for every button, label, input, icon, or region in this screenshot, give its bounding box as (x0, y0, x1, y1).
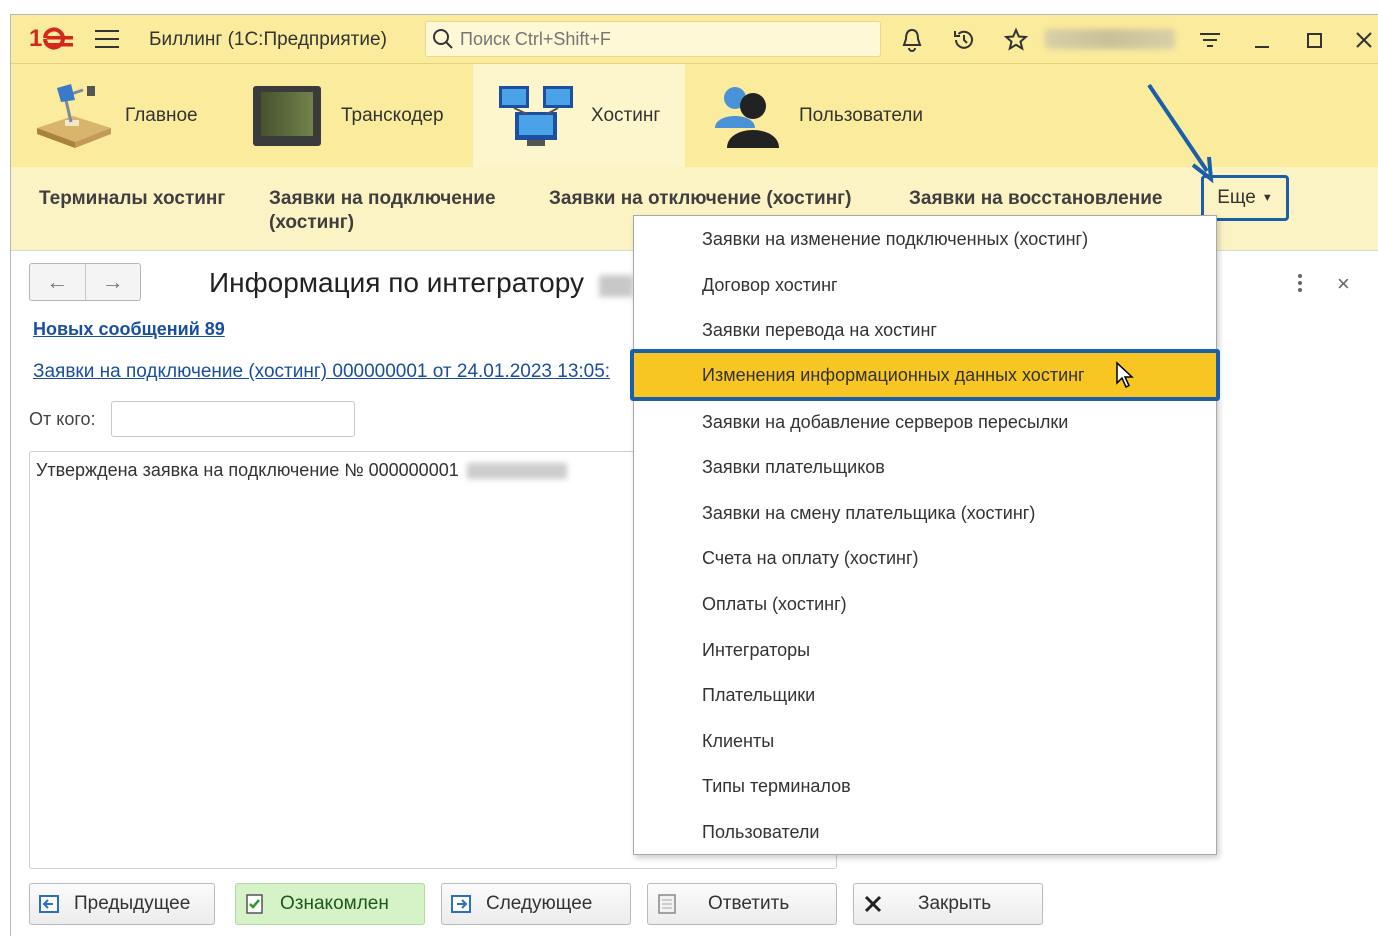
section-main[interactable]: Главное (31, 64, 231, 168)
close-button[interactable]: Закрыть (853, 883, 1043, 925)
acknowledge-button[interactable]: Ознакомлен (235, 883, 425, 925)
section-label: Пользователи (799, 105, 924, 126)
monitor-icon (253, 86, 321, 146)
close-x-icon (864, 895, 882, 913)
settings-menu-icon[interactable] (1197, 27, 1223, 53)
search-box[interactable] (425, 21, 881, 57)
document-check-icon (246, 894, 263, 914)
next-icon (451, 895, 471, 913)
menu-item[interactable]: Пользователи (634, 809, 1216, 855)
close-label: Закрыть (918, 893, 992, 914)
new-messages-link[interactable]: Новых сообщений 89 (33, 319, 225, 340)
menu-item[interactable]: Договор хостинг (634, 262, 1216, 308)
user-name (1045, 29, 1175, 49)
section-label: Хостинг (591, 105, 661, 126)
desk-lamp-icon (37, 84, 111, 148)
minimize-icon[interactable] (1249, 27, 1275, 53)
menu-item[interactable]: Интеграторы (634, 627, 1216, 673)
caret-down-icon: ▼ (1261, 192, 1273, 204)
title-bar: 1 Биллинг (1С:Предприятие) (11, 15, 1378, 63)
svg-text:1: 1 (29, 25, 42, 52)
section-label: Главное (125, 105, 198, 126)
annotation-arrow-icon (1147, 83, 1214, 184)
mouse-cursor-icon (1115, 361, 1134, 389)
app-title: Биллинг (1С:Предприятие) (149, 29, 387, 50)
reply-button[interactable]: Ответить (647, 883, 837, 925)
more-label: Еще (1217, 187, 1256, 208)
menu-item[interactable]: Заявки перевода на хостинг (634, 307, 1216, 353)
network-computers-icon (499, 86, 573, 146)
document-icon (658, 894, 676, 914)
history-nav: ← → (29, 263, 141, 301)
prev-icon (39, 895, 59, 913)
more-actions-icon[interactable] (1295, 273, 1305, 293)
cmd-label: Терминалы хостинг (39, 188, 226, 209)
cmd-disconnection-requests[interactable]: Заявки на отключение (хостинг) (549, 187, 851, 211)
menu-item[interactable]: Плательщики (634, 672, 1216, 718)
cmd-connection-requests[interactable]: Заявки на подключение (хостинг) (269, 187, 496, 235)
section-hosting[interactable]: Хостинг (473, 64, 685, 168)
menu-item[interactable]: Заявки на добавление серверов пересылки (634, 399, 1216, 445)
menu-item[interactable]: Типы терминалов (634, 763, 1216, 809)
search-icon (433, 29, 453, 49)
section-transcoder[interactable]: Транскодер (247, 64, 457, 168)
cmd-label: Заявки на подключение (269, 188, 496, 209)
redacted-text (466, 463, 567, 480)
menu-item[interactable]: Клиенты (634, 718, 1216, 764)
users-icon (715, 87, 779, 148)
menu-item-label: Изменения информационных данных хостинг (702, 364, 1085, 385)
cmd-label: Заявки на отключение (хостинг) (549, 188, 852, 209)
cmd-restore-requests[interactable]: Заявки на восстановление (909, 187, 1162, 211)
from-field[interactable] (111, 401, 355, 437)
next-button[interactable]: Следующее (441, 883, 631, 925)
bell-icon[interactable] (899, 27, 925, 53)
menu-item-highlighted[interactable]: Изменения информационных данных хостинг (630, 349, 1220, 401)
request-link[interactable]: Заявки на подключение (хостинг) 00000000… (33, 361, 610, 383)
star-icon[interactable] (1003, 27, 1029, 53)
1c-logo-icon: 1 (29, 25, 73, 52)
cmd-label: Заявки на восстановление (909, 188, 1163, 209)
prev-button[interactable]: Предыдущее (29, 883, 215, 925)
next-label: Следующее (486, 893, 593, 914)
cmd-label-line2: (хостинг) (269, 212, 355, 233)
form-close-icon[interactable]: × (1337, 271, 1350, 297)
close-icon[interactable] (1351, 27, 1377, 53)
menu-item[interactable]: Заявки на изменение подключенных (хостин… (634, 216, 1216, 262)
integrator-name (599, 275, 633, 297)
cmd-hosting-terminals[interactable]: Терминалы хостинг (39, 187, 225, 211)
menu-item[interactable]: Заявки плательщиков (634, 444, 1216, 490)
section-users[interactable]: Пользователи (705, 64, 945, 168)
forward-arrow-icon[interactable]: → (86, 264, 141, 300)
maximize-icon[interactable] (1301, 27, 1327, 53)
menu-item[interactable]: Счета на оплату (хостинг) (634, 535, 1216, 581)
prev-label: Предыдущее (74, 893, 191, 914)
history-icon[interactable] (951, 27, 977, 53)
ack-label: Ознакомлен (280, 893, 389, 914)
from-label: От кого: (29, 409, 96, 429)
more-dropdown-menu: Заявки на изменение подключенных (хостин… (630, 215, 1220, 855)
section-label: Транскодер (341, 105, 444, 126)
reply-label: Ответить (708, 893, 790, 914)
back-arrow-icon[interactable]: ← (30, 264, 86, 300)
menu-item[interactable]: Оплаты (хостинг) (634, 581, 1216, 627)
message-text: Утверждена заявка на подключение № 00000… (36, 460, 459, 480)
search-input[interactable] (460, 28, 860, 50)
menu-item[interactable]: Заявки на смену плательщика (хостинг) (634, 490, 1216, 536)
app-window: 1 Биллинг (1С:Предприятие) Поиск Ctrl+Sh… (10, 14, 1378, 936)
main-menu-icon[interactable] (95, 30, 119, 50)
form-title: Информация по интегратору (209, 267, 584, 298)
